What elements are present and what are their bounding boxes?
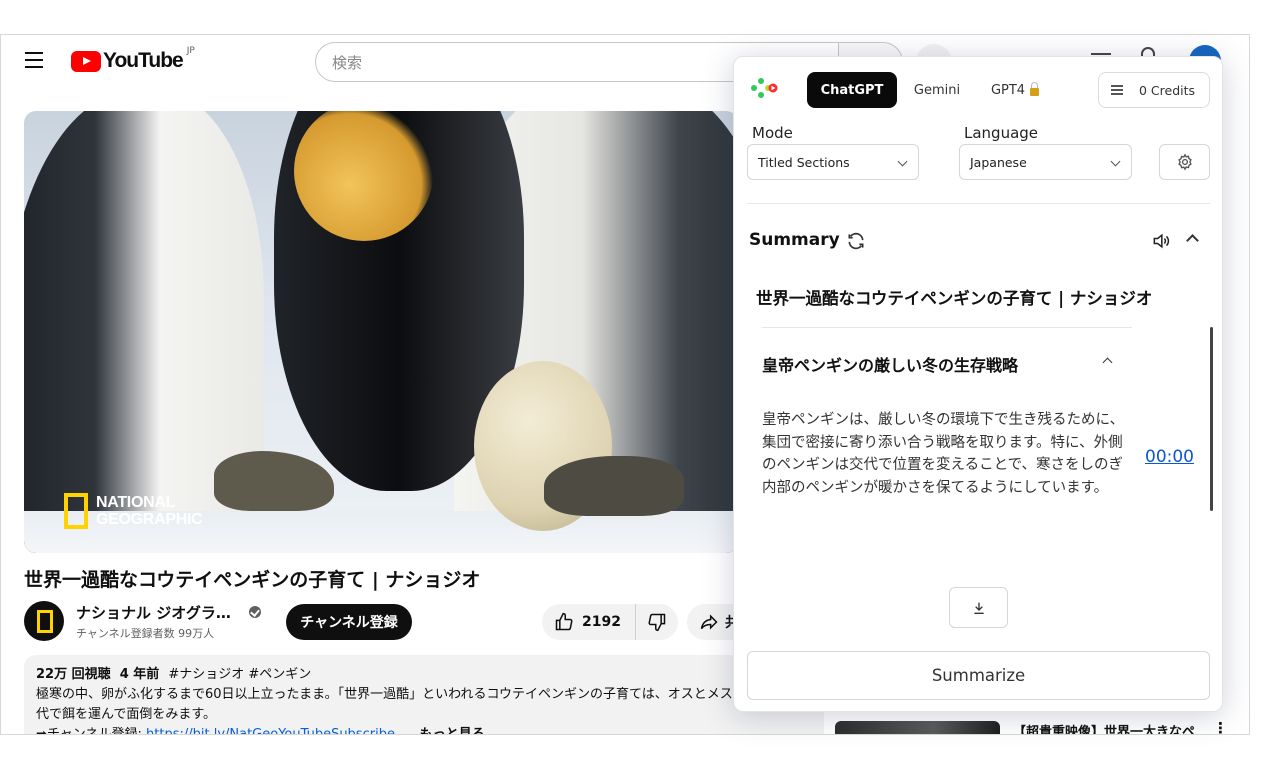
mode-label: Mode [752, 124, 793, 142]
extension-logo-icon [751, 78, 778, 98]
mode-select[interactable]: Titled Sections [747, 144, 919, 180]
language-select[interactable]: Japanese [959, 144, 1132, 180]
subscribe-link[interactable]: https://bit.ly/NatGeoYouTubeSubscribe [146, 727, 395, 734]
download-icon [973, 602, 984, 614]
dislike-button[interactable] [636, 604, 678, 640]
share-icon [700, 614, 718, 630]
show-more-link[interactable]: ...もっと見る [405, 727, 485, 734]
video-description[interactable]: 22万 回視聴 4 年前 #ナショジオ #ペンギン 極寒の中、卵がふ化するまで6… [24, 655, 824, 735]
divider [762, 327, 1132, 328]
credits-button[interactable]: 0 Credits [1098, 72, 1210, 108]
chevron-down-icon [897, 156, 908, 167]
chevron-up-icon[interactable] [1186, 234, 1199, 247]
download-button[interactable] [949, 587, 1008, 628]
subscriber-count: チャンネル登録者数 99万人 [76, 627, 215, 640]
view-count: 22万 回視聴 [36, 667, 111, 682]
menu-icon[interactable] [25, 52, 45, 70]
language-label: Language [964, 124, 1039, 142]
natgeo-line2: GEOGRAPHIC [96, 511, 203, 528]
section-title: 皇帝ペンギンの厳しい冬の生存戦略 [762, 356, 1019, 375]
search-placeholder: 検索 [332, 53, 363, 72]
chevron-down-icon [1110, 156, 1121, 167]
list-icon [1111, 85, 1123, 95]
video-title: 世界一過酷なコウテイペンギンの子育て | ナショジオ [24, 569, 481, 591]
refresh-icon[interactable] [846, 231, 866, 251]
tab-gpt4[interactable]: GPT4 [982, 72, 1048, 108]
like-button[interactable]: 2192 [542, 604, 636, 640]
summary-heading: Summary [749, 230, 840, 250]
natgeo-watermark: NATIONAL GEOGRAPHIC [64, 493, 203, 529]
divider [747, 203, 1210, 204]
speaker-icon[interactable] [1150, 231, 1172, 251]
description-link-prefix: ➡チャンネル登録: [36, 727, 147, 735]
section-text: 皇帝ペンギンは、厳しい冬の環境下で生き残るために、集団で密接に寄り添い合う戦略を… [762, 412, 1125, 496]
like-count: 2192 [582, 614, 621, 630]
summary-video-title: 世界一過酷なコウテイペンギンの子育て | ナショジオ [756, 289, 1153, 308]
thumbs-up-icon [555, 612, 573, 631]
timestamp-link[interactable]: 00:00 [1145, 447, 1194, 467]
natgeo-logo-icon [64, 493, 88, 529]
video-frame-feet-right [544, 456, 684, 516]
channel-avatar[interactable] [24, 601, 64, 641]
tab-gpt4-label: GPT4 [990, 82, 1026, 98]
more-options-icon[interactable]: ⋮ [1213, 719, 1228, 734]
hashtags[interactable]: #ナショジオ #ペンギン [168, 667, 311, 682]
thumbs-down-icon [648, 613, 666, 632]
channel-name[interactable]: ナショナル ジオグラ… [76, 602, 231, 623]
gear-icon [1177, 153, 1192, 171]
description-line1: 極寒の中、卵がふ化するまで60日以上立ったまま。「世界一過酷」といわれるコウテイ… [36, 687, 759, 702]
section-collapse-icon[interactable] [1102, 357, 1113, 368]
tab-gemini[interactable]: Gemini [904, 72, 970, 108]
mode-value: Titled Sections [758, 154, 850, 170]
youtube-logo[interactable]: YouTube JP [71, 46, 195, 73]
recommended-video-thumbnail[interactable] [835, 721, 1000, 734]
scrollbar[interactable] [1210, 327, 1213, 511]
video-frame-feet-left [214, 451, 334, 511]
lock-icon [1030, 82, 1040, 96]
youtube-logo-text: YouTube [103, 49, 184, 72]
language-value: Japanese [970, 154, 1027, 170]
upload-age: 4 年前 [119, 667, 160, 682]
tab-chatgpt[interactable]: ChatGPT [807, 72, 897, 108]
summarizer-extension-panel: ChatGPT Gemini GPT4 0 Credits Mode Langu… [733, 56, 1223, 712]
natgeo-line1: NATIONAL [96, 494, 176, 511]
credits-label: 0 Credits [1139, 82, 1196, 98]
settings-button[interactable] [1159, 144, 1210, 180]
description-line2: 代で餌を運んで面倒をみます。 [36, 707, 217, 722]
like-dislike-group: 2192 [542, 604, 678, 640]
region-code: JP [186, 46, 195, 56]
video-player[interactable]: NATIONAL GEOGRAPHIC [24, 111, 738, 553]
verified-icon [249, 606, 261, 618]
youtube-play-icon [71, 50, 101, 72]
recommended-video-title[interactable]: 【超貴重映像】世界一大きなペ [1013, 721, 1195, 734]
summarize-button[interactable]: Summarize [747, 651, 1210, 700]
subscribe-button[interactable]: チャンネル登録 [286, 604, 412, 640]
